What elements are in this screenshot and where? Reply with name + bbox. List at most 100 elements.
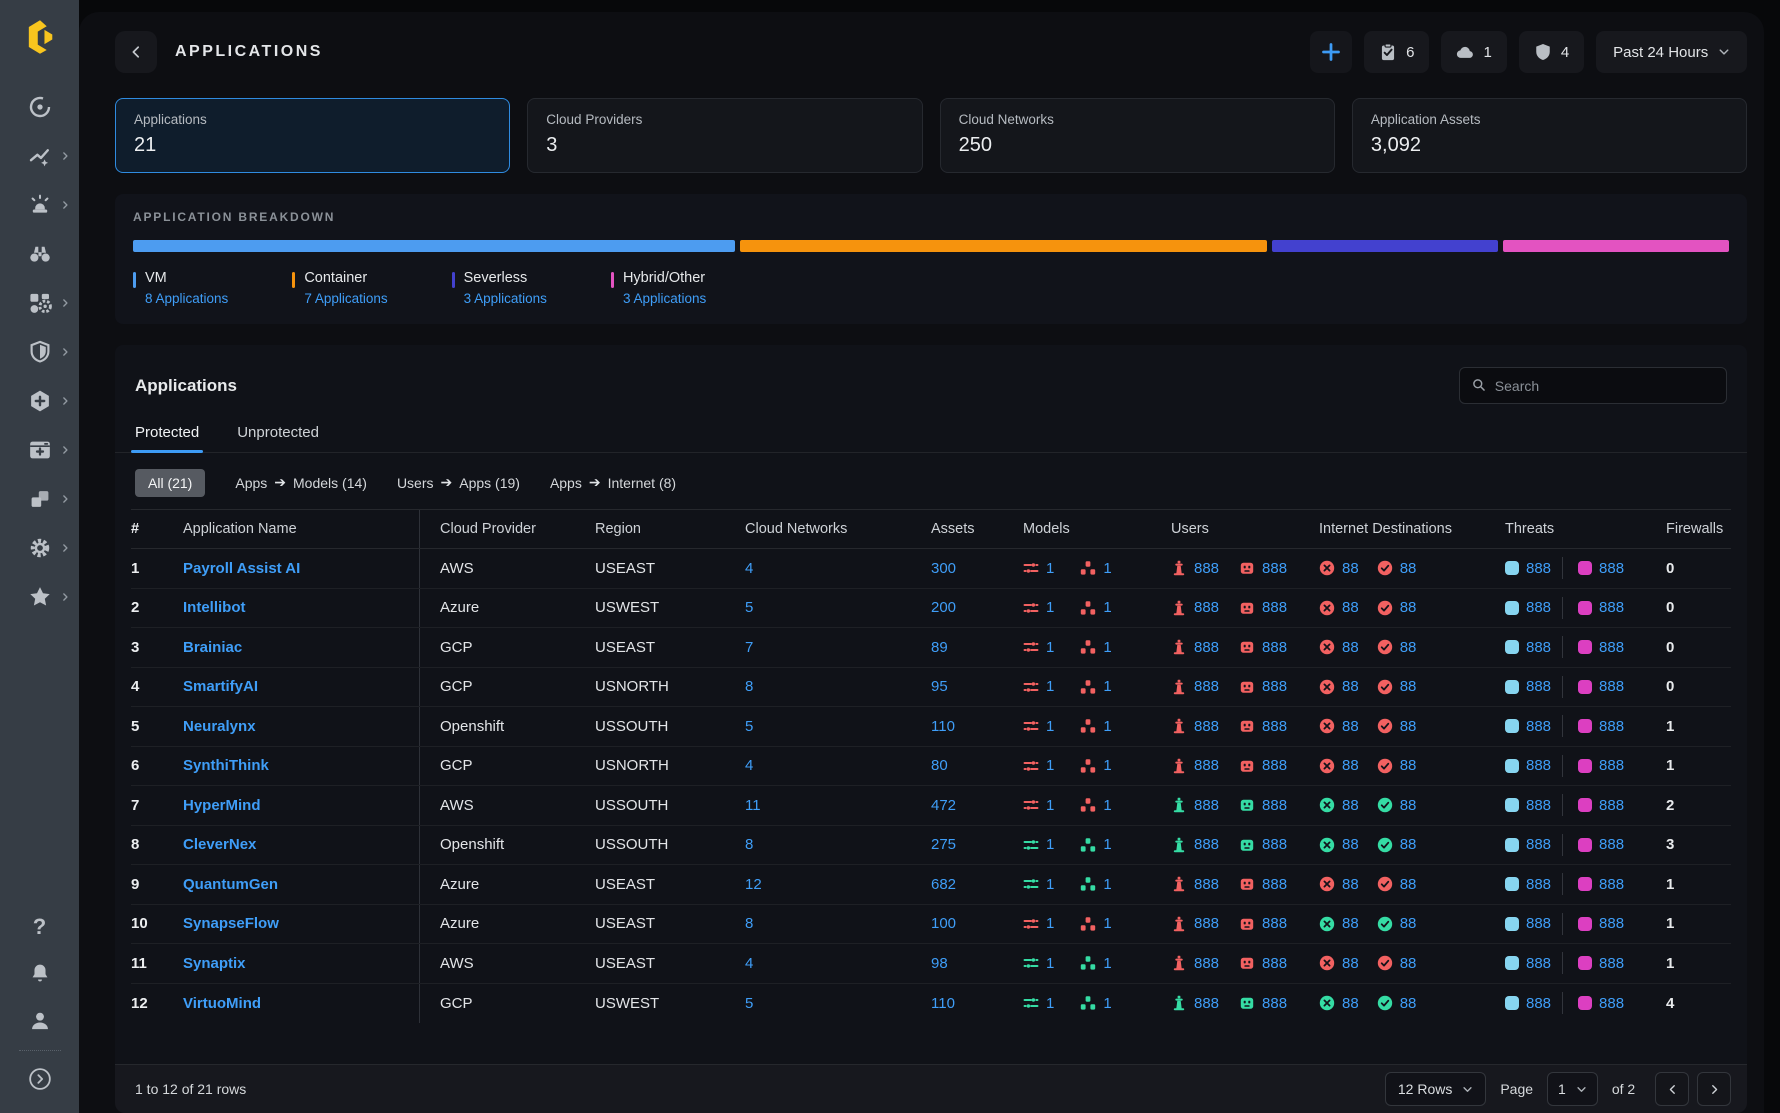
metric-count-link[interactable]: 888	[1194, 915, 1219, 932]
tasks-counter-button[interactable]: 6	[1364, 31, 1429, 73]
metric-count-link[interactable]: 88	[1342, 678, 1359, 695]
assets-link[interactable]: 110	[931, 718, 955, 735]
assets-link[interactable]: 472	[931, 797, 956, 814]
cloud-networks-link[interactable]: 7	[745, 639, 753, 656]
application-name-link[interactable]: CleverNex	[183, 836, 256, 853]
metric-count-link[interactable]: 1	[1103, 797, 1111, 814]
metric-count-link[interactable]: 888	[1262, 797, 1287, 814]
threat-count-link[interactable]: 888	[1599, 797, 1624, 814]
cloud-networks-link[interactable]: 12	[745, 876, 762, 893]
threat-count-link[interactable]: 888	[1526, 599, 1551, 616]
metric-count-link[interactable]: 1	[1103, 955, 1111, 972]
metric-count-link[interactable]: 1	[1046, 678, 1054, 695]
threat-count-link[interactable]: 888	[1599, 915, 1624, 932]
breakdown-segment-container[interactable]	[740, 240, 1267, 252]
expand-sidebar-button[interactable]	[0, 1059, 79, 1099]
threat-count-link[interactable]: 888	[1526, 836, 1551, 853]
metric-count-link[interactable]: 1	[1103, 757, 1111, 774]
sidebar-item-trend[interactable]	[0, 131, 79, 180]
metric-count-link[interactable]: 888	[1194, 836, 1219, 853]
application-name-link[interactable]: SynthiThink	[183, 757, 269, 774]
metric-count-link[interactable]: 88	[1342, 797, 1359, 814]
threat-count-link[interactable]: 888	[1599, 836, 1624, 853]
metric-count-link[interactable]: 88	[1400, 718, 1417, 735]
application-name-link[interactable]: HyperMind	[183, 797, 261, 814]
metric-count-link[interactable]: 1	[1103, 678, 1111, 695]
metric-count-link[interactable]: 88	[1400, 955, 1417, 972]
metric-count-link[interactable]: 888	[1194, 757, 1219, 774]
sidebar-item-shield-side[interactable]	[0, 327, 79, 376]
application-name-link[interactable]: SmartifyAI	[183, 678, 258, 695]
threat-count-link[interactable]: 888	[1526, 797, 1551, 814]
page-select[interactable]: 1	[1547, 1072, 1598, 1106]
metric-count-link[interactable]: 88	[1342, 995, 1359, 1012]
threat-count-link[interactable]: 888	[1526, 560, 1551, 577]
card-application-assets[interactable]: Application Assets 3,092	[1352, 98, 1747, 173]
metric-count-link[interactable]: 88	[1342, 639, 1359, 656]
metric-count-link[interactable]: 888	[1194, 876, 1219, 893]
search-input[interactable]	[1495, 378, 1714, 394]
metric-count-link[interactable]: 888	[1262, 718, 1287, 735]
metric-count-link[interactable]: 88	[1400, 876, 1417, 893]
assets-link[interactable]: 100	[931, 915, 956, 932]
metric-count-link[interactable]: 888	[1262, 757, 1287, 774]
threat-count-link[interactable]: 888	[1526, 757, 1551, 774]
cloud-networks-link[interactable]: 4	[745, 560, 753, 577]
sidebar-item-gear[interactable]	[0, 523, 79, 572]
metric-count-link[interactable]: 1	[1103, 718, 1111, 735]
filter-pill-apps-models-14-[interactable]: Apps➔Models (14)	[235, 468, 367, 497]
filter-pill-all-21-[interactable]: All (21)	[135, 469, 205, 497]
metric-count-link[interactable]: 888	[1194, 718, 1219, 735]
metric-count-link[interactable]: 1	[1046, 955, 1054, 972]
metric-count-link[interactable]: 88	[1342, 560, 1359, 577]
filter-pill-apps-internet-8-[interactable]: Apps➔Internet (8)	[550, 468, 676, 497]
metric-count-link[interactable]: 88	[1400, 599, 1417, 616]
account-button[interactable]	[0, 997, 79, 1044]
cloud-networks-link[interactable]: 4	[745, 757, 753, 774]
threat-count-link[interactable]: 888	[1599, 560, 1624, 577]
filter-pill-users-apps-19-[interactable]: Users➔Apps (19)	[397, 468, 520, 497]
cloud-networks-link[interactable]: 5	[745, 718, 753, 735]
metric-count-link[interactable]: 1	[1103, 639, 1111, 656]
metric-count-link[interactable]: 1	[1103, 836, 1111, 853]
cloud-networks-link[interactable]: 5	[745, 599, 753, 616]
sidebar-item-star[interactable]	[0, 572, 79, 621]
metric-count-link[interactable]: 888	[1262, 876, 1287, 893]
metric-count-link[interactable]: 1	[1046, 757, 1054, 774]
add-button[interactable]	[1310, 31, 1352, 73]
next-page-button[interactable]	[1697, 1072, 1731, 1106]
metric-count-link[interactable]: 88	[1400, 757, 1417, 774]
metric-count-link[interactable]: 1	[1103, 995, 1111, 1012]
metric-count-link[interactable]: 1	[1046, 995, 1054, 1012]
sidebar-item-radar[interactable]	[0, 82, 79, 131]
sidebar-item-blocks[interactable]	[0, 474, 79, 523]
metric-count-link[interactable]: 88	[1342, 915, 1359, 932]
threat-count-link[interactable]: 888	[1526, 718, 1551, 735]
card-applications[interactable]: Applications 21	[115, 98, 510, 173]
sidebar-item-window-plus[interactable]	[0, 425, 79, 474]
metric-count-link[interactable]: 888	[1194, 639, 1219, 656]
application-name-link[interactable]: VirtuoMind	[183, 995, 261, 1012]
tab-unprotected[interactable]: Unprotected	[237, 424, 319, 452]
breakdown-segment-severless[interactable]	[1272, 240, 1498, 252]
metric-count-link[interactable]: 88	[1400, 836, 1417, 853]
metric-count-link[interactable]: 1	[1046, 599, 1054, 616]
metric-count-link[interactable]: 88	[1400, 639, 1417, 656]
application-name-link[interactable]: Synaptix	[183, 955, 246, 972]
metric-count-link[interactable]: 888	[1262, 560, 1287, 577]
threat-count-link[interactable]: 888	[1526, 639, 1551, 656]
metric-count-link[interactable]: 88	[1342, 876, 1359, 893]
threat-count-link[interactable]: 888	[1599, 678, 1624, 695]
assets-link[interactable]: 200	[931, 599, 956, 616]
cloud-networks-link[interactable]: 8	[745, 915, 753, 932]
threat-count-link[interactable]: 888	[1599, 599, 1624, 616]
search-box[interactable]	[1459, 367, 1727, 404]
threat-count-link[interactable]: 888	[1599, 639, 1624, 656]
application-name-link[interactable]: Brainiac	[183, 639, 242, 656]
metric-count-link[interactable]: 888	[1194, 955, 1219, 972]
card-cloud-networks[interactable]: Cloud Networks 250	[940, 98, 1335, 173]
threat-count-link[interactable]: 888	[1599, 718, 1624, 735]
metric-count-link[interactable]: 88	[1342, 718, 1359, 735]
assets-link[interactable]: 98	[931, 955, 948, 972]
metric-count-link[interactable]: 1	[1103, 599, 1111, 616]
